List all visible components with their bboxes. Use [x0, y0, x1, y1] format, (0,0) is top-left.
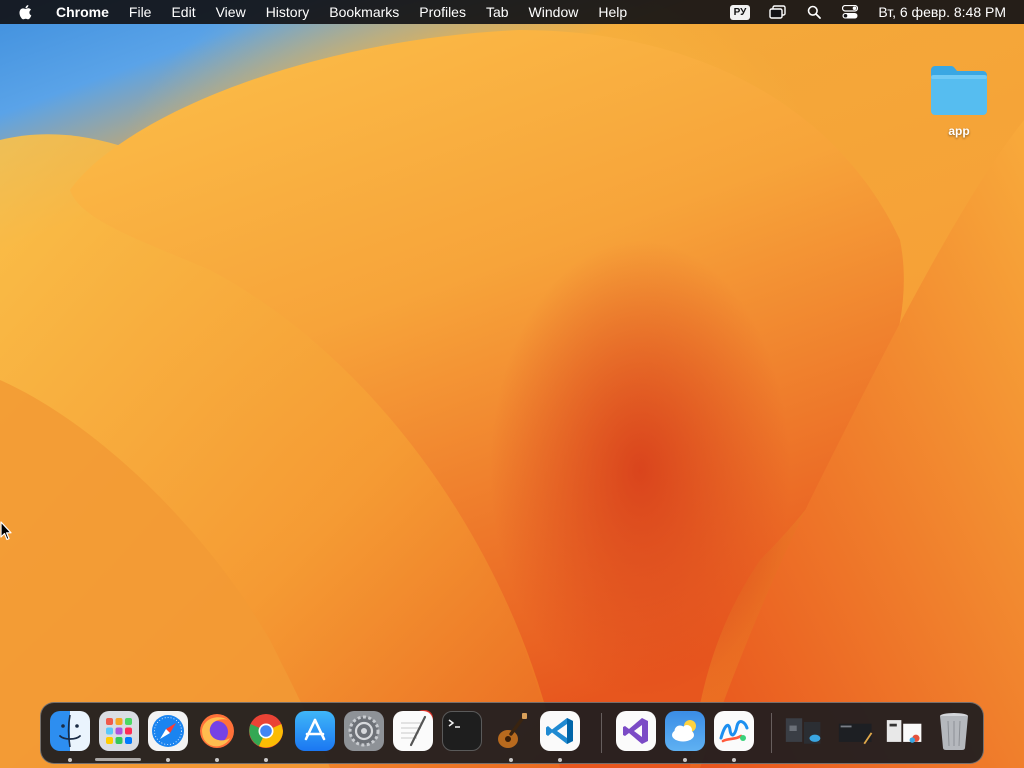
- dock-launchpad-icon[interactable]: [99, 711, 139, 751]
- menu-history[interactable]: History: [256, 0, 320, 24]
- dock-system-settings-icon[interactable]: [344, 711, 384, 751]
- dock-firefox-icon[interactable]: [197, 711, 237, 751]
- menu-help[interactable]: Help: [588, 0, 637, 24]
- folder-label: app: [948, 124, 970, 138]
- dock-separator: [601, 713, 602, 753]
- menu-view[interactable]: View: [206, 0, 256, 24]
- dock-trash-icon[interactable]: [934, 711, 974, 751]
- search-icon[interactable]: [804, 4, 824, 20]
- dock-safari-icon[interactable]: [148, 711, 188, 751]
- dock-weather-icon[interactable]: [665, 711, 705, 751]
- screen-mirroring-icon[interactable]: [768, 4, 788, 20]
- running-indicator-freeform: [732, 758, 736, 762]
- menu-file[interactable]: File: [119, 0, 162, 24]
- dock-app-store-icon[interactable]: [295, 711, 335, 751]
- menu-app-name[interactable]: Chrome: [46, 0, 119, 24]
- menu-profiles[interactable]: Profiles: [409, 0, 476, 24]
- running-indicator-firefox: [215, 758, 219, 762]
- apple-icon[interactable]: [18, 3, 34, 21]
- dock-chrome-icon[interactable]: [246, 711, 286, 751]
- dock-minimized-window-thumbnail[interactable]: [784, 711, 824, 751]
- running-indicator-garageband: [509, 758, 513, 762]
- running-indicator-chrome: [264, 758, 268, 762]
- desktop-folder-app[interactable]: app: [918, 64, 1000, 138]
- dock: 1: [40, 702, 984, 764]
- input-source-badge[interactable]: РУ: [729, 4, 751, 20]
- desktop: Chrome File Edit View History Bookmarks …: [0, 0, 1024, 768]
- control-center-icon[interactable]: [840, 4, 860, 20]
- menu-bookmarks[interactable]: Bookmarks: [319, 0, 409, 24]
- menu-window[interactable]: Window: [519, 0, 589, 24]
- running-indicator-weather: [683, 758, 687, 762]
- dock-separator: [771, 713, 772, 753]
- dock-garageband-icon[interactable]: [491, 711, 531, 751]
- running-indicator-vscode: [558, 758, 562, 762]
- menu-edit[interactable]: Edit: [161, 0, 205, 24]
- dock-terminal-icon[interactable]: [442, 711, 482, 751]
- dock-freeform-icon[interactable]: [714, 711, 754, 751]
- dock-minimized-window-thumbnail[interactable]: [837, 711, 877, 751]
- dock-finder-icon[interactable]: [50, 711, 90, 751]
- dock-visual-studio-icon[interactable]: [616, 711, 656, 751]
- wallpaper: [0, 30, 1024, 768]
- menu-tab[interactable]: Tab: [476, 0, 519, 24]
- dock-vscode-icon[interactable]: [540, 711, 580, 751]
- menu-bar: Chrome File Edit View History Bookmarks …: [0, 0, 1024, 24]
- dock-textedit-icon[interactable]: [393, 711, 433, 751]
- running-indicator-safari: [166, 758, 170, 762]
- folder-icon: [931, 66, 987, 115]
- dock-minimized-window-thumbnail[interactable]: [885, 711, 925, 751]
- menu-clock[interactable]: Вт, 6 февр. 8:48 PM: [878, 4, 1016, 20]
- dock-launchpad-indicator: [95, 758, 141, 761]
- mouse-cursor-icon: [0, 521, 12, 541]
- running-indicator-finder: [68, 758, 72, 762]
